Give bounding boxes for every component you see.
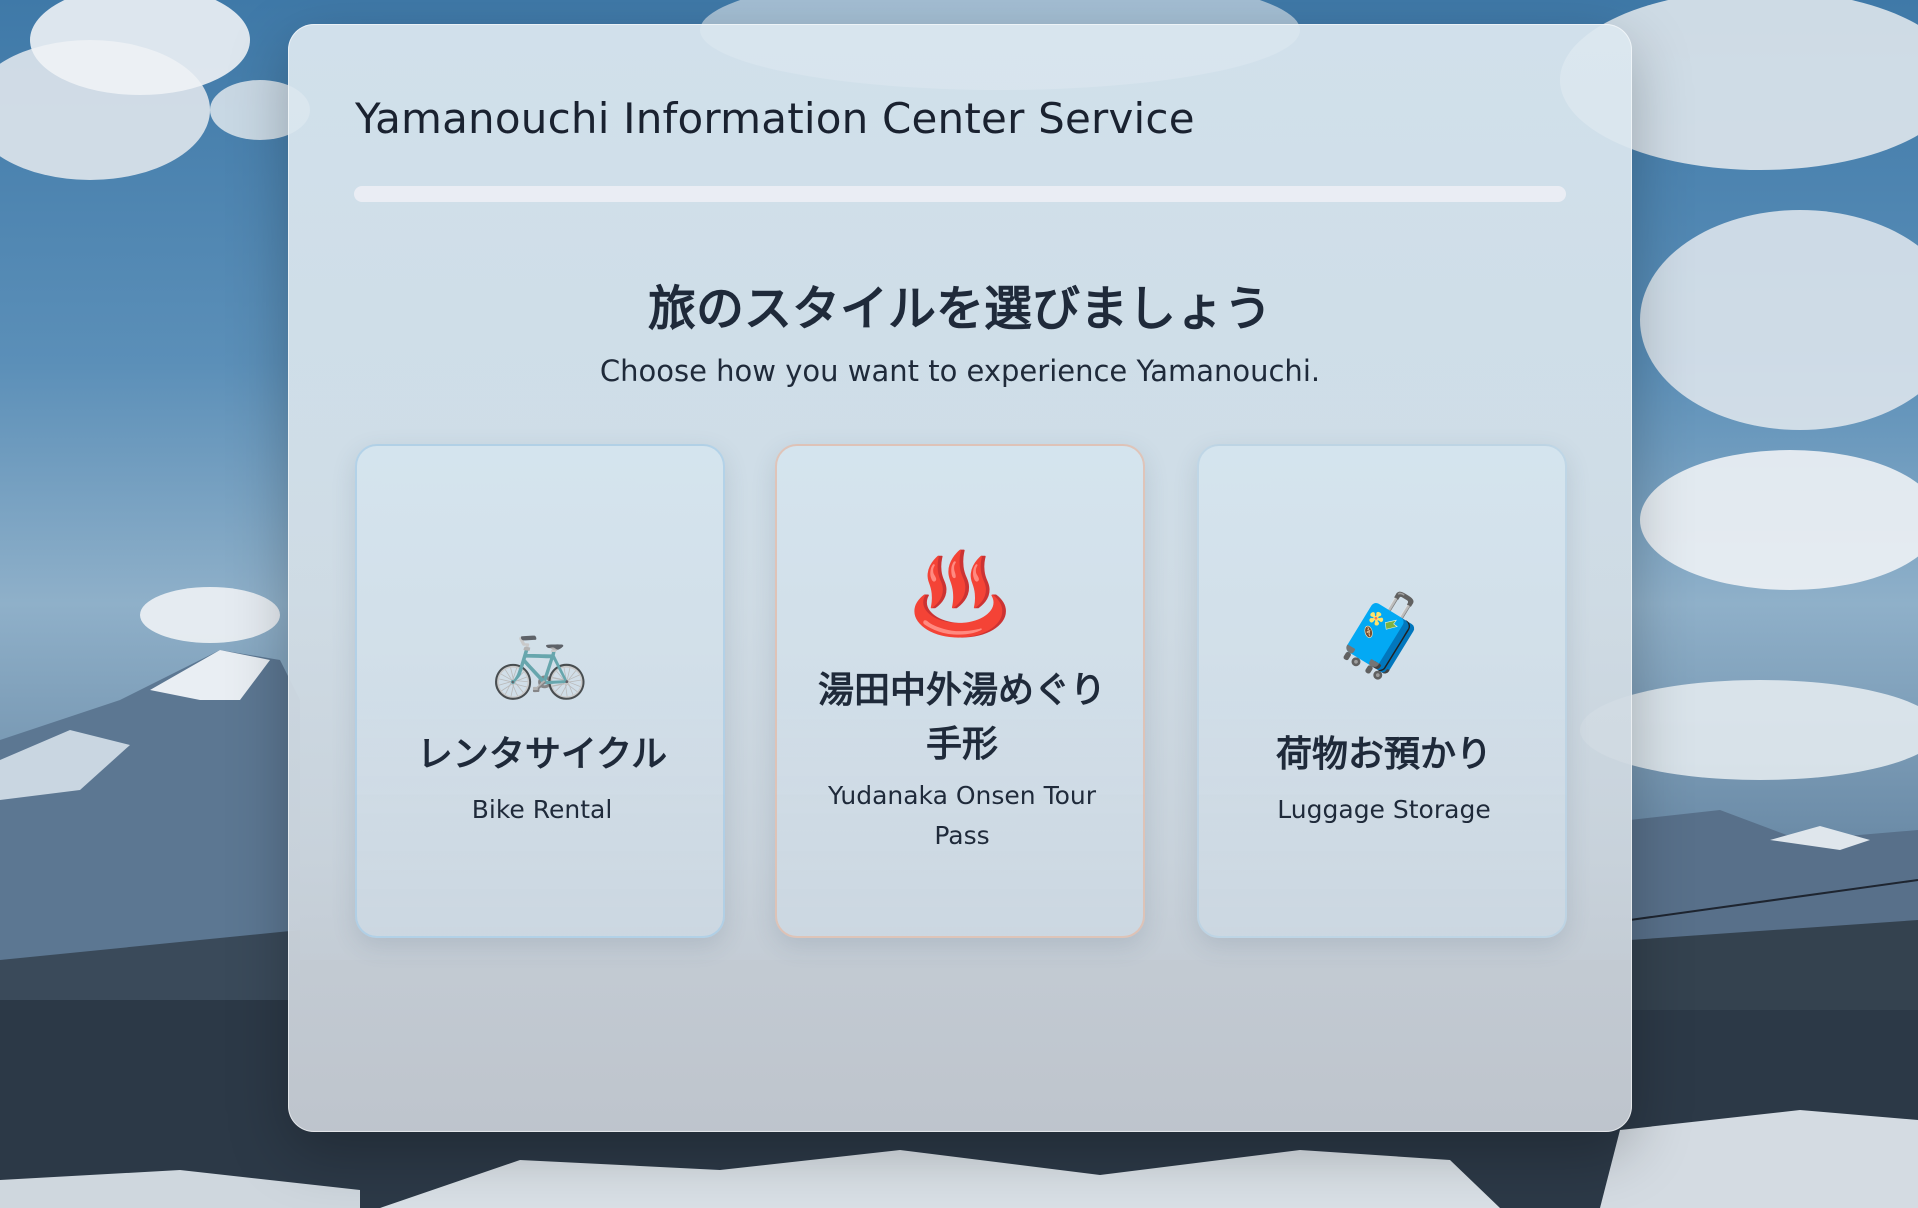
hot-springs-icon: ♨️ [910,547,1010,640]
bike-rental-card[interactable]: 🚲 レンタサイクル Bike Rental [355,444,725,938]
card-label-en: Luggage Storage [1277,795,1491,824]
progress-bar [354,186,1566,202]
page-title: Yamanouchi Information Center Service [355,94,1195,143]
luggage-icon: 🧳 [1332,589,1432,682]
card-label-jp: 荷物お預かり [1275,734,1492,775]
service-selection-panel: Yamanouchi Information Center Service 旅の… [288,24,1632,1132]
card-label-en: Yudanaka Onsen Tour Pass [827,781,1097,850]
card-label-jp: 湯田中外湯めぐり手形 [817,670,1106,765]
card-label-jp: レンタサイクル [416,734,668,775]
section-subheading: Choose how you want to experience Yamano… [599,354,1321,388]
section-heading-jp: 旅のスタイルを選びましょう [647,281,1272,337]
bicycle-icon: 🚲 [490,609,590,702]
option-cards: 🚲 レンタサイクル Bike Rental ♨️ 湯田中外湯めぐり手形 Yuda… [355,444,1567,940]
onsen-tour-pass-card[interactable]: ♨️ 湯田中外湯めぐり手形 Yudanaka Onsen Tour Pass [775,444,1145,938]
card-label-en: Bike Rental [471,795,613,824]
luggage-storage-card[interactable]: 🧳 荷物お預かり Luggage Storage [1197,444,1567,938]
